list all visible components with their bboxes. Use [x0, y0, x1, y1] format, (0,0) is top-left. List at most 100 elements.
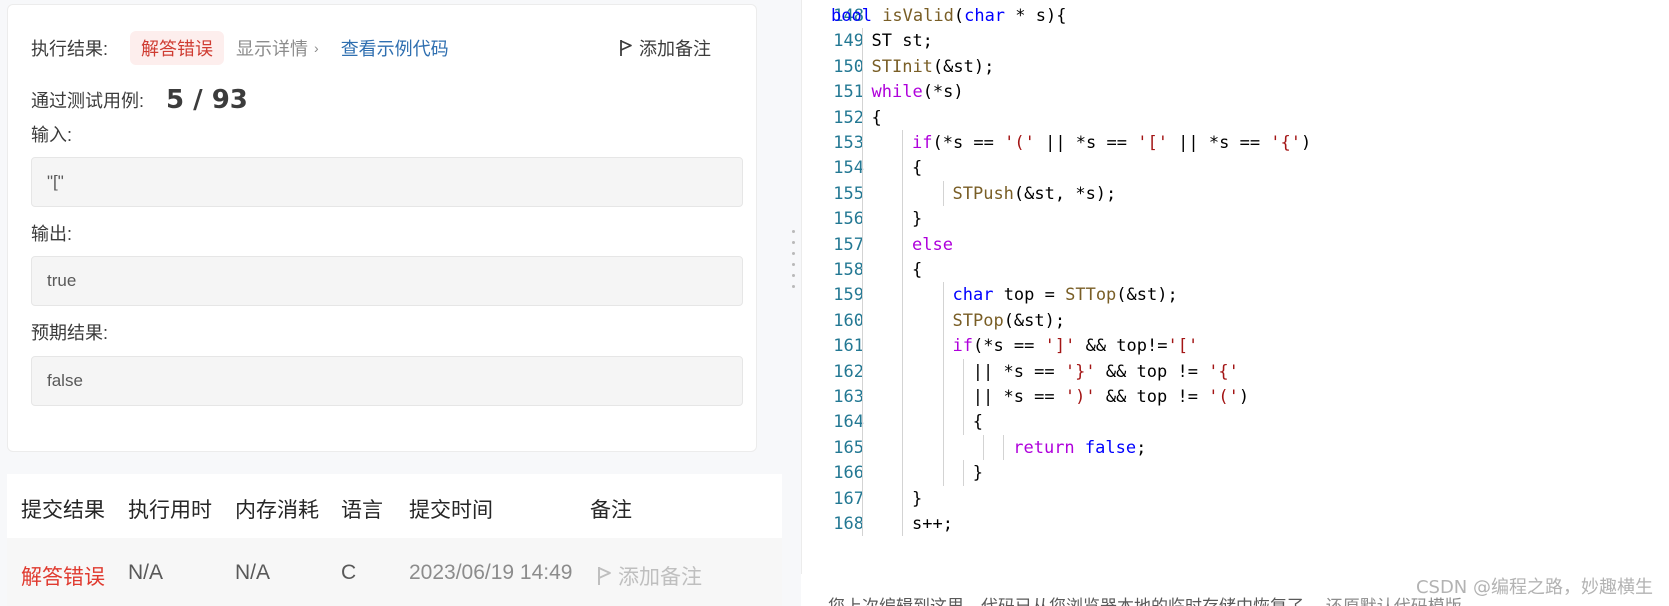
- indent-guide: [861, 511, 863, 537]
- indent-guide: [962, 358, 964, 384]
- indent-guide: [861, 307, 863, 334]
- code-text[interactable]: if(*s == ']' && top!='[': [953, 333, 1199, 360]
- indent-guide: [942, 180, 944, 207]
- header-note: 备注: [590, 499, 632, 522]
- code-text[interactable]: ST st;: [872, 28, 933, 55]
- indent-guide: [942, 460, 944, 486]
- expected-label: 预期结果:: [31, 323, 109, 343]
- code-line[interactable]: 162 || *s == '}' && top != '{': [802, 358, 1669, 386]
- code-text[interactable]: }: [912, 486, 922, 513]
- code-text[interactable]: {: [872, 105, 882, 132]
- code-text[interactable]: while(*s): [872, 79, 964, 106]
- code-line[interactable]: 154 {: [802, 155, 1669, 182]
- code-text[interactable]: char top = STTop(&st);: [953, 282, 1178, 309]
- code-line[interactable]: 155 STPush(&st, *s);: [802, 180, 1669, 208]
- header-time: 提交时间: [409, 499, 493, 522]
- indent-guide: [902, 434, 903, 461]
- line-number: 165: [833, 437, 864, 458]
- line-number: 155: [833, 183, 864, 204]
- indent-guide: [962, 409, 964, 435]
- indent-guide: [902, 511, 903, 537]
- code-text[interactable]: }: [973, 460, 983, 487]
- add-note-button[interactable]: 添加备注: [619, 35, 711, 61]
- code-line[interactable]: 165 return false;: [802, 434, 1669, 462]
- code-line[interactable]: 148 bool isValid(char * s){: [802, 3, 1669, 30]
- row-add-note-button[interactable]: 添加备注: [597, 561, 702, 591]
- code-line[interactable]: 152 {: [802, 104, 1669, 132]
- indent-guide: [902, 333, 903, 359]
- indent-guide: [902, 130, 903, 156]
- row-memory: N/A: [235, 561, 271, 584]
- code-text[interactable]: STInit(&st);: [872, 54, 995, 81]
- line-number: 154: [833, 158, 864, 179]
- indent-guide: [902, 485, 903, 511]
- code-text[interactable]: {: [973, 409, 983, 436]
- code-line[interactable]: 159 char top = STTop(&st);: [802, 282, 1669, 309]
- code-line[interactable]: 158 {: [802, 257, 1669, 284]
- code-line[interactable]: 157 else: [802, 231, 1669, 259]
- passed-cases-label: 通过测试用例:: [31, 91, 145, 111]
- line-number: 157: [833, 234, 864, 255]
- code-line[interactable]: 164 {: [802, 409, 1669, 436]
- indent-guide: [902, 282, 903, 308]
- line-number: 150: [833, 56, 864, 77]
- code-line[interactable]: 167}: [802, 485, 1669, 513]
- code-text[interactable]: if(*s == '(' || *s == '[' || *s == '{'): [912, 130, 1311, 157]
- header-runtime: 执行用时: [128, 499, 212, 522]
- row-runtime: N/A: [128, 561, 164, 584]
- code-text[interactable]: STPush(&st, *s);: [953, 181, 1117, 208]
- code-line[interactable]: 156}: [802, 206, 1669, 233]
- indent-guide: [902, 257, 903, 283]
- indent-guide: [861, 53, 863, 80]
- line-number: 162: [833, 361, 864, 382]
- code-line[interactable]: 166}: [802, 460, 1669, 487]
- indent-guide: [861, 485, 863, 511]
- panel-resize-handle[interactable]: [792, 230, 796, 296]
- indent-guide: [861, 28, 863, 54]
- table-row[interactable]: 解答错误 N/A N/A C 2023/06/19 14:49 添加备注: [7, 538, 782, 606]
- code-text[interactable]: || *s == '}' && top != '{': [973, 359, 1239, 386]
- code-text[interactable]: || *s == ')' && top != '('): [973, 384, 1249, 411]
- indent-guide: [861, 358, 863, 384]
- code-line[interactable]: 168 s++;: [802, 511, 1669, 538]
- code-text[interactable]: {: [912, 155, 922, 182]
- code-line[interactable]: 163 || *s == ')' && top != '('): [802, 384, 1669, 411]
- view-example-code-link[interactable]: 查看示例代码: [341, 35, 449, 61]
- code-text[interactable]: }: [912, 206, 922, 233]
- indent-guide: [1003, 434, 1005, 461]
- code-line[interactable]: 149 ST st;: [802, 28, 1669, 55]
- indent-guide: [983, 434, 984, 461]
- code-editor[interactable]: 148 bool isValid(char * s){149 ST st; 150 ST…: [801, 0, 1669, 574]
- line-number: 152: [833, 107, 864, 128]
- indent-guide: [861, 282, 863, 308]
- code-text[interactable]: return false;: [1013, 435, 1146, 462]
- code-line[interactable]: 151 while(*s): [802, 79, 1669, 106]
- code-line[interactable]: 160 STPop(&st);: [802, 307, 1669, 335]
- row-add-note-label: 添加备注: [618, 566, 702, 589]
- indent-guide: [861, 104, 863, 130]
- indent-guide: [942, 307, 944, 334]
- line-number: 158: [833, 260, 864, 280]
- indent-guide: [902, 358, 903, 384]
- status-badge: 解答错误: [130, 31, 225, 65]
- code-line[interactable]: 161 if(*s == ']' && top!='[': [802, 333, 1669, 360]
- code-line[interactable]: 153 if(*s == '(' || *s == '[' || *s == '{…: [802, 130, 1669, 157]
- code-text[interactable]: bool isValid(char * s){: [831, 3, 1066, 30]
- code-text[interactable]: else: [912, 232, 953, 259]
- code-text[interactable]: s++;: [912, 511, 953, 538]
- indent-guide: [902, 180, 903, 207]
- show-details-link[interactable]: 显示详情 ›: [236, 35, 319, 61]
- row-result[interactable]: 解答错误: [21, 561, 105, 591]
- indent-guide: [861, 155, 863, 181]
- code-text[interactable]: {: [912, 257, 922, 284]
- indent-guide: [902, 206, 903, 232]
- indent-guide: [902, 231, 903, 257]
- code-text[interactable]: STPop(&st);: [953, 308, 1066, 335]
- flag-icon: [598, 567, 611, 585]
- restore-notice-text: 您上次编辑到这里，代码已从您浏览器本地的临时存储中恢复了。: [828, 597, 1321, 606]
- line-number: 153: [833, 133, 864, 153]
- input-value: "[": [31, 157, 743, 207]
- indent-guide: [942, 384, 944, 410]
- code-line[interactable]: 150 STInit(&st);: [802, 53, 1669, 81]
- line-number: 161: [833, 336, 864, 357]
